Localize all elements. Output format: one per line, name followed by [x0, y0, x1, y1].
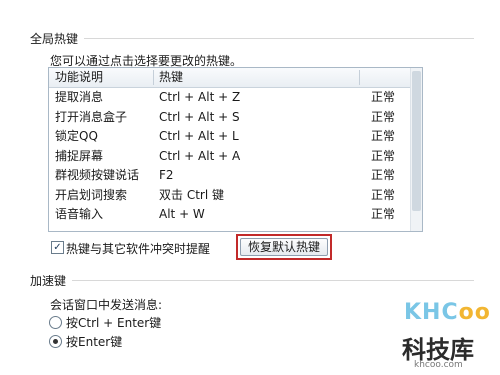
row-function: 提取消息 — [55, 90, 104, 104]
hotkey-table: 功能说明 热键 提取消息 Ctrl + Alt + Z 正常 打开消息盒子 Ct… — [48, 67, 423, 232]
row-status: 正常 — [371, 129, 396, 143]
row-function: 锁定QQ — [55, 129, 98, 143]
logo-brand-prefix: KHC — [404, 300, 459, 325]
checkmark-icon: ✓ — [53, 242, 62, 253]
radio-ctrl-enter-label[interactable]: 按Ctrl + Enter键 — [66, 314, 161, 331]
row-function: 语音输入 — [55, 207, 104, 221]
row-status: 正常 — [371, 109, 396, 124]
scrollbar-thumb[interactable] — [412, 71, 421, 211]
table-row[interactable]: 群视频按键说话 F2 正常 — [49, 166, 422, 186]
row-hotkey: 双击 Ctrl 键 — [159, 187, 224, 202]
radio-ctrl-enter[interactable] — [49, 316, 62, 329]
restore-default-hotkeys-label: 恢复默认热键 — [240, 238, 328, 256]
row-status: 正常 — [371, 187, 396, 202]
row-hotkey: Ctrl + Alt + A — [159, 148, 241, 163]
table-row[interactable]: 捕捉屏幕 Ctrl + Alt + A 正常 — [49, 147, 422, 167]
row-status: 正常 — [371, 90, 396, 104]
row-hotkey: Ctrl + Alt + L — [159, 129, 239, 143]
global-hotkeys-title: 全局热键 — [30, 32, 79, 46]
row-status: 正常 — [371, 148, 396, 163]
row-status: 正常 — [371, 168, 396, 182]
table-scrollbar[interactable] — [410, 68, 422, 231]
table-row[interactable]: 提取消息 Ctrl + Alt + Z 正常 — [49, 88, 422, 108]
radio-enter[interactable] — [49, 335, 62, 348]
row-hotkey: Ctrl + Alt + S — [159, 109, 240, 124]
radio-enter-label[interactable]: 按Enter键 — [66, 333, 122, 350]
accelerator-title: 加速键 — [30, 274, 67, 288]
table-row[interactable]: 语音输入 Alt + W 正常 — [49, 205, 422, 225]
logo-site: khcoo.com — [414, 360, 463, 370]
khcoo-watermark-logo: KHCoo 科技库 khcoo.com — [398, 298, 494, 370]
column-separator[interactable] — [153, 70, 154, 85]
row-function: 捕捉屏幕 — [55, 148, 104, 163]
column-header-function[interactable]: 功能说明 — [55, 68, 103, 87]
row-function: 开启划词搜索 — [55, 187, 128, 202]
row-hotkey: Alt + W — [159, 207, 205, 221]
row-status: 正常 — [371, 207, 396, 221]
section-divider — [84, 38, 474, 39]
section-divider — [72, 280, 474, 281]
logo-brand-suffix: oo — [458, 300, 491, 325]
column-header-hotkey[interactable]: 热键 — [159, 68, 183, 87]
row-hotkey: Ctrl + Alt + Z — [159, 90, 241, 104]
logo-brand: KHCoo — [404, 300, 491, 325]
table-row[interactable]: 锁定QQ Ctrl + Alt + L 正常 — [49, 127, 422, 147]
column-separator[interactable] — [359, 70, 360, 85]
send-message-label: 会话窗口中发送消息: — [50, 298, 163, 312]
conflict-reminder-checkbox[interactable]: ✓ — [51, 241, 64, 254]
restore-default-hotkeys-button[interactable]: 恢复默认热键 — [236, 234, 332, 260]
row-function: 打开消息盒子 — [55, 109, 128, 124]
row-hotkey: F2 — [159, 168, 174, 182]
conflict-reminder-label[interactable]: 热键与其它软件冲突时提醒 — [66, 240, 210, 257]
table-row[interactable]: 打开消息盒子 Ctrl + Alt + S 正常 — [49, 108, 422, 128]
table-header: 功能说明 热键 — [49, 68, 422, 88]
table-row[interactable]: 开启划词搜索 双击 Ctrl 键 正常 — [49, 186, 422, 206]
row-function: 群视频按键说话 — [55, 168, 140, 182]
